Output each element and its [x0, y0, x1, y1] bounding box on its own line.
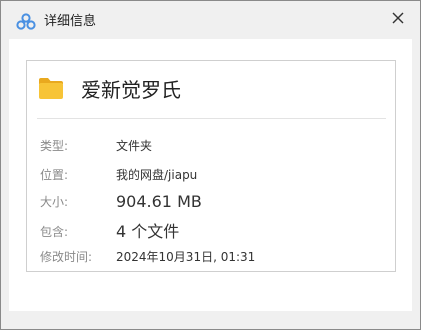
- location-value: 我的网盘/jiapu: [116, 168, 198, 182]
- contains-row: 包含: 4 个文件: [27, 222, 395, 242]
- size-label: 大小:: [40, 195, 69, 209]
- modified-value: 2024年10月31日, 01:31: [116, 250, 256, 264]
- size-row: 大小: 904.61 MB: [27, 192, 395, 212]
- type-row: 类型: 文件夹: [27, 136, 395, 156]
- folder-icon: [38, 75, 64, 101]
- dialog-content: 爱新觉罗氏 类型: 文件夹 位置: 我的网盘/jiapu 大小: 904.61 …: [9, 39, 412, 311]
- type-label: 类型:: [40, 139, 69, 153]
- close-icon: [392, 12, 404, 24]
- contains-value: 4 个文件: [116, 222, 180, 241]
- type-value: 文件夹: [116, 139, 153, 153]
- location-label: 位置:: [40, 168, 69, 182]
- modified-label: 修改时间:: [40, 250, 93, 264]
- close-button[interactable]: [381, 5, 415, 31]
- modified-row: 修改时间: 2024年10月31日, 01:31: [27, 247, 395, 267]
- location-row: 位置: 我的网盘/jiapu: [27, 165, 395, 185]
- contains-label: 包含:: [40, 225, 69, 239]
- baidu-netdisk-icon: [16, 13, 36, 30]
- window-title: 详细信息: [44, 14, 97, 29]
- details-panel: 爱新觉罗氏 类型: 文件夹 位置: 我的网盘/jiapu 大小: 904.61 …: [26, 60, 396, 272]
- folder-name: 爱新觉罗氏: [81, 78, 181, 102]
- title-bar: 详细信息: [1, 1, 420, 39]
- size-value: 904.61 MB: [116, 192, 202, 211]
- details-dialog: 详细信息 爱新觉罗氏 类型: 文件夹 位置: 我的网盘/jiapu 大小: 90…: [0, 0, 421, 330]
- divider: [37, 118, 386, 119]
